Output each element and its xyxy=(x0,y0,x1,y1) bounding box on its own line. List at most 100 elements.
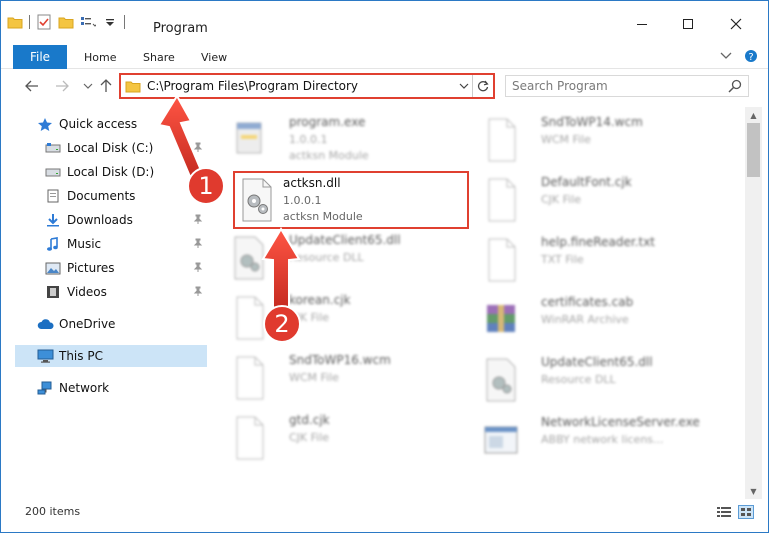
large-icons-view-icon[interactable] xyxy=(738,505,754,522)
sidebar-item-downloads[interactable]: Downloads xyxy=(15,209,207,231)
pin-icon[interactable] xyxy=(193,286,203,299)
file-item[interactable]: UpdateClient65.dll Resource DLL xyxy=(463,351,703,409)
file-detail: CJK File xyxy=(541,193,582,206)
file-name: gtd.cjk xyxy=(289,413,330,427)
pin-icon[interactable] xyxy=(193,238,203,251)
file-name: SndToWP14.wcm xyxy=(541,115,643,129)
back-button[interactable] xyxy=(23,77,41,95)
sidebar-item-local-disk-c[interactable]: Local Disk (C:) xyxy=(15,137,207,159)
file-item[interactable]: SndToWP16.wcm WCM File xyxy=(211,349,451,407)
tab-share[interactable]: Share xyxy=(143,51,175,64)
file-item[interactable]: UpdateClient65.dll Resource DLL xyxy=(211,229,451,287)
sidebar-item-quick-access[interactable]: Quick access xyxy=(15,113,207,135)
sidebar-item-pictures[interactable]: Pictures xyxy=(15,257,207,279)
sidebar-item-label: Videos xyxy=(67,285,107,299)
sidebar-item-videos[interactable]: Videos xyxy=(15,281,207,303)
sidebar-item-label: Network xyxy=(59,381,110,395)
scroll-down-icon[interactable]: ▼ xyxy=(745,483,762,499)
ribbon-controls: ? xyxy=(720,49,758,66)
sidebar-item-onedrive[interactable]: OneDrive xyxy=(15,313,207,335)
file-item[interactable]: help.fineReader.txt TXT File xyxy=(463,231,703,289)
blank-file-icon xyxy=(481,177,521,223)
ribbon-tabs: File Home Share View ? xyxy=(1,41,768,69)
quick-access-toolbar xyxy=(7,13,125,31)
folder-icon xyxy=(125,79,141,96)
properties-check-icon[interactable] xyxy=(36,14,52,30)
folder-icon[interactable] xyxy=(7,14,23,30)
pin-icon[interactable] xyxy=(193,262,203,275)
sidebar-item-label: Music xyxy=(67,237,102,251)
maximize-button[interactable] xyxy=(665,9,711,39)
callout-step-1: 1 xyxy=(187,167,225,205)
exe-icon xyxy=(229,117,269,163)
sidebar-item-label: Documents xyxy=(67,189,136,203)
title-bar: Program xyxy=(1,1,768,41)
file-detail: ABBY network licens... xyxy=(541,433,664,446)
sidebar-item-documents[interactable]: Documents xyxy=(15,185,207,207)
title-separator xyxy=(124,15,125,29)
tab-file[interactable]: File xyxy=(13,45,67,69)
tab-home[interactable]: Home xyxy=(84,51,116,64)
sidebar-item-network[interactable]: Network xyxy=(15,377,207,399)
minimize-icon xyxy=(637,24,647,25)
recent-locations-button[interactable] xyxy=(79,77,97,95)
file-item[interactable]: DefaultFont.cjk CJK File xyxy=(463,171,703,229)
file-detail: CJK File xyxy=(289,431,330,444)
sidebar-item-label: This PC xyxy=(59,349,103,363)
file-name: program.exe xyxy=(289,115,366,129)
file-name: help.fineReader.txt xyxy=(541,235,655,249)
pin-icon[interactable] xyxy=(193,214,203,227)
pictures-icon xyxy=(45,261,61,275)
qat-dropdown-icon[interactable] xyxy=(102,14,118,30)
address-bar[interactable]: C:\Program Files\Program Directory xyxy=(119,73,495,99)
videos-icon xyxy=(45,285,61,299)
file-item[interactable]: korean.cjk CJK File xyxy=(211,289,451,347)
star-icon xyxy=(37,117,53,131)
sidebar-item-local-disk-d[interactable]: Local Disk (D:) xyxy=(15,161,207,183)
expand-ribbon-icon[interactable] xyxy=(720,49,732,66)
up-button[interactable] xyxy=(97,77,115,95)
search-box[interactable] xyxy=(505,75,749,97)
details-view-icon[interactable] xyxy=(716,505,732,522)
scroll-thumb[interactable] xyxy=(747,123,760,177)
pin-icon[interactable] xyxy=(193,142,203,155)
sidebar-item-label: Local Disk (C:) xyxy=(67,141,154,155)
drive-icon xyxy=(45,165,61,179)
close-button[interactable] xyxy=(713,9,759,39)
refresh-icon xyxy=(477,80,489,92)
file-detail: TXT File xyxy=(541,253,584,266)
file-list: program.exe 1.0.0.1 actksn Module Update… xyxy=(211,107,743,499)
file-item[interactable]: certificates.cab WinRAR Archive xyxy=(463,291,703,349)
file-item[interactable]: gtd.cjk CJK File xyxy=(211,409,451,467)
file-item[interactable]: program.exe 1.0.0.1 actksn Module xyxy=(211,111,451,169)
network-icon xyxy=(37,381,53,395)
address-dropdown-button[interactable] xyxy=(457,78,471,94)
file-detail: WCM File xyxy=(541,133,591,146)
vertical-scrollbar[interactable]: ▲ ▼ xyxy=(745,107,762,499)
forward-arrow-icon xyxy=(56,80,69,92)
sidebar-item-music[interactable]: Music xyxy=(15,233,207,255)
address-path[interactable]: C:\Program Files\Program Directory xyxy=(147,79,358,93)
new-folder-icon[interactable] xyxy=(58,14,74,30)
sidebar-item-this-pc[interactable]: This PC xyxy=(15,345,207,367)
tab-view[interactable]: View xyxy=(201,51,227,64)
documents-icon xyxy=(45,189,61,203)
cloud-icon xyxy=(37,317,54,331)
file-item[interactable]: SndToWP14.wcm WCM File xyxy=(463,111,703,169)
search-icon[interactable] xyxy=(728,79,742,96)
scroll-up-icon[interactable]: ▲ xyxy=(745,107,762,123)
file-detail: 1.0.0.1 xyxy=(289,133,328,146)
highlighted-file-item[interactable]: actksn.dll 1.0.0.1 actksn Module xyxy=(233,171,469,229)
blank-file-icon xyxy=(481,117,521,163)
chevron-down-icon xyxy=(83,83,93,89)
search-input[interactable] xyxy=(512,78,722,94)
file-item[interactable]: NetworkLicenseServer.exe ABBY network li… xyxy=(463,411,703,469)
forward-button[interactable] xyxy=(53,77,71,95)
sidebar-item-label: Downloads xyxy=(67,213,133,227)
help-icon[interactable]: ? xyxy=(744,49,758,66)
file-name: korean.cjk xyxy=(289,293,351,307)
blank-file-icon xyxy=(229,415,269,461)
refresh-button[interactable] xyxy=(475,77,491,95)
minimize-button[interactable] xyxy=(619,9,665,39)
customize-menu-icon[interactable] xyxy=(80,14,96,30)
